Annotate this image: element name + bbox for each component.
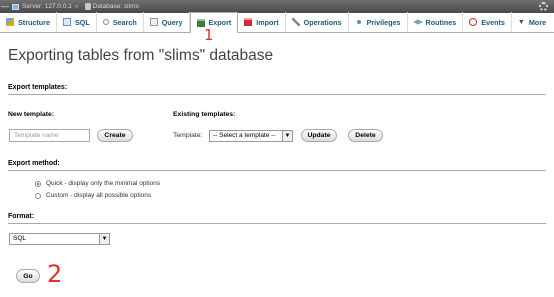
tab-events[interactable]: Events [463,12,512,32]
tab-bar: Structure SQL Search Query Export Import… [0,12,554,33]
sql-icon [62,18,71,26]
search-icon [102,19,109,25]
tab-query[interactable]: Query [144,12,190,32]
divider [8,170,546,171]
tab-structure[interactable]: Structure [0,12,57,32]
radio-quick-label: Quick - display only the minimal options [46,180,161,187]
annotation-one: 1 [204,26,214,44]
tab-label: Operations [303,17,342,27]
tab-more[interactable]: ▼ More [512,12,552,32]
format-select-value: SQL [13,235,27,242]
go-button[interactable]: Go [16,269,40,283]
export-method-heading: Export method: [8,160,60,167]
template-select[interactable]: -- Select a template -- ▼ [209,130,293,142]
tab-sql[interactable]: SQL [57,12,97,32]
breadcrumb-database[interactable]: Database: slims [93,3,139,10]
events-icon [469,18,478,26]
database-icon [84,3,91,10]
import-icon [244,18,253,26]
radio-custom-label: Custom - display all possible options [46,192,152,199]
existing-templates-label: Existing templates: [173,111,236,118]
gear-icon[interactable] [539,2,548,11]
radio-custom[interactable]: Custom - display all possible options [35,192,151,199]
breadcrumb-server[interactable]: Server: 127.0.0.1 [22,3,72,10]
radio-button[interactable] [35,180,41,187]
tab-export[interactable]: Export [189,12,239,33]
page-title: Exporting tables from "slims" database [8,47,274,64]
tab-routines[interactable]: Routines [408,12,464,32]
tab-label: Routines [425,17,457,27]
divider [8,223,546,224]
breadcrumb-separator: » [74,3,79,10]
tab-label: Events [481,17,505,27]
update-button[interactable]: Update [301,129,337,142]
tab-label: Query [161,17,183,27]
tab-privileges[interactable]: Privileges [349,12,408,32]
operations-icon [291,18,300,26]
create-button[interactable]: Create [97,129,133,142]
tab-search[interactable]: Search [97,12,144,32]
new-template-label: New template: [8,111,55,118]
template-name-input[interactable]: Template name [9,129,90,142]
radio-button[interactable] [35,192,41,199]
tab-label: Privileges [366,17,401,27]
tab-label: SQL [74,17,90,27]
query-icon [149,18,158,26]
delete-button[interactable]: Delete [348,129,383,142]
export-templates-heading: Export templates: [8,84,68,91]
routines-icon [413,18,422,26]
chevron-down-icon: ▼ [99,234,109,244]
tab-label: More [528,17,546,27]
tab-label: Import [256,17,279,27]
radio-quick[interactable]: Quick - display only the minimal options [35,180,160,187]
annotation-two: 2 [47,260,63,288]
tab-operations[interactable]: Operations [286,12,349,32]
format-heading: Format: [8,213,35,220]
tab-label: Structure [18,17,50,27]
divider [8,94,546,95]
server-icon [12,3,19,10]
template-label: Template: [173,132,203,139]
tab-import[interactable]: Import [238,12,286,32]
caret-down-icon: ▼ [517,18,525,26]
tab-label: Search [112,17,137,27]
template-select-value: -- Select a template -- [213,132,276,139]
format-select[interactable]: SQL ▼ [9,233,110,245]
privileges-icon [354,18,363,26]
structure-icon [6,18,14,26]
chevron-down-icon: ▼ [282,131,292,141]
